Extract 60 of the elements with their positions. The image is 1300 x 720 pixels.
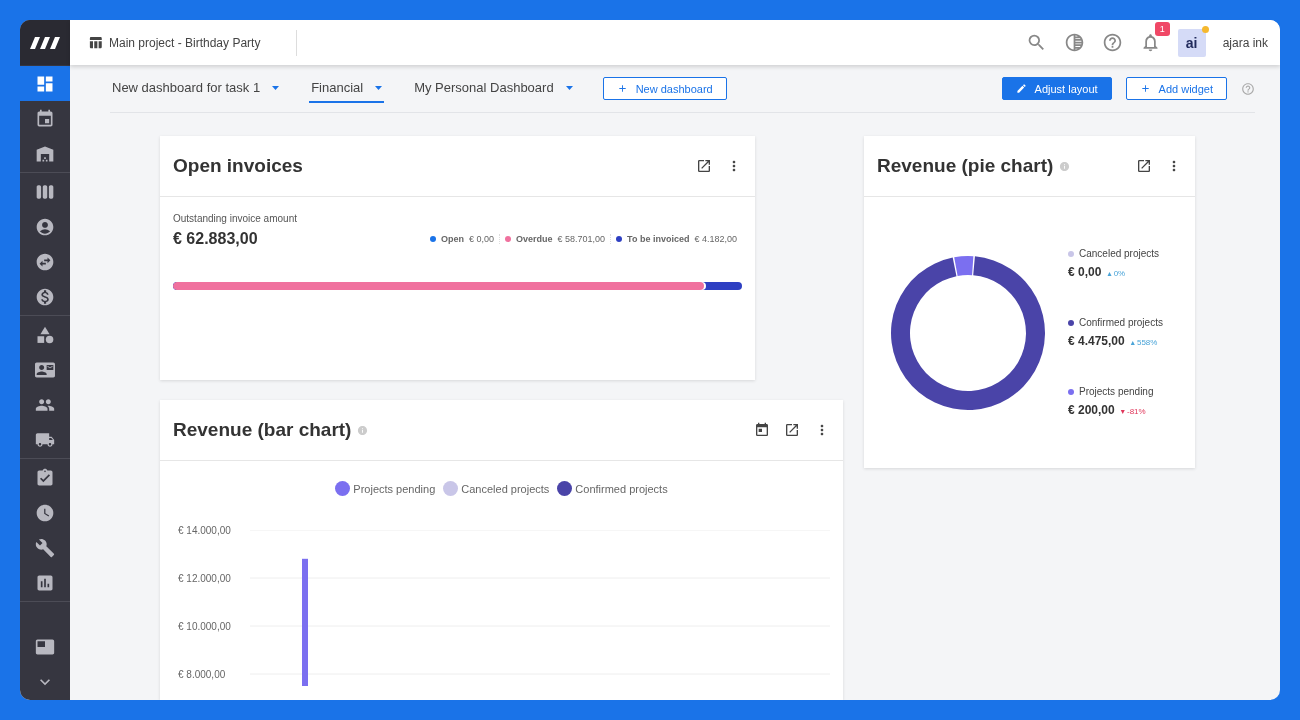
axis-label: € 10.000,00 (178, 620, 231, 632)
user-avatar[interactable]: ai (1177, 28, 1206, 57)
calendar-icon[interactable] (35, 108, 55, 129)
logo-icon (30, 36, 60, 49)
info-icon (1059, 160, 1071, 172)
axis-label: € 12.000,00 (178, 572, 231, 584)
caption: Outstanding invoice amount (173, 213, 298, 224)
project-name: Main project - Birthday Party (109, 35, 261, 50)
dashboard-tab[interactable]: My Personal Dashboard (412, 74, 575, 103)
caret-icon (565, 85, 573, 90)
legend-label: Projects pending (1079, 386, 1154, 397)
calendar-icon[interactable] (754, 422, 770, 438)
change-percent: ▴ 0% (1107, 269, 1126, 278)
legend-label[interactable]: Projects pending (353, 482, 436, 495)
help-icon[interactable] (1101, 32, 1123, 53)
caret-icon (272, 85, 280, 90)
status-dot (1201, 25, 1209, 33)
wrench-icon[interactable] (35, 537, 55, 558)
nav-item[interactable] (20, 66, 70, 101)
legend-label[interactable]: Canceled projects (461, 482, 550, 495)
dashboard-tab[interactable]: Financial (309, 74, 385, 103)
new-dashboard-button[interactable]: New dashboard (602, 77, 727, 100)
user-name: ajara ink (1222, 35, 1268, 50)
shapes-icon[interactable] (35, 324, 55, 345)
card-title: Open invoices (173, 155, 303, 177)
open-external-icon[interactable] (1136, 158, 1152, 174)
pencil-icon (1015, 83, 1027, 94)
legend-label[interactable]: Confirmed projects (575, 482, 668, 495)
open-external-icon[interactable] (784, 422, 800, 438)
legend-label: Open € 0,00 (440, 234, 494, 244)
amount: € 4.475,00 (1068, 334, 1125, 348)
legend-label: Confirmed projects (1079, 317, 1163, 328)
table-icon (88, 35, 103, 50)
clipboard-check-icon[interactable] (35, 467, 55, 488)
card-title: Revenue (pie chart) (877, 155, 1054, 177)
person-icon[interactable] (35, 216, 55, 237)
notification-badge: 1 (1154, 22, 1170, 36)
axis-label: € 14.000,00 (178, 524, 231, 536)
dashboard-tab[interactable]: New dashboard for task 1 (110, 74, 282, 103)
swap-icon[interactable] (35, 251, 55, 272)
caret-icon (375, 85, 383, 90)
adjust-layout-button[interactable]: Adjust layout (1001, 77, 1112, 100)
plus-icon (616, 83, 628, 94)
open-external-icon[interactable] (696, 158, 712, 174)
clock-icon[interactable] (35, 502, 55, 523)
legend-label: Canceled projects (1079, 248, 1160, 259)
dollar-icon[interactable] (35, 286, 55, 307)
total-amount: € 62.883,00 (173, 230, 258, 248)
card-title: Revenue (bar chart) (173, 419, 352, 441)
change-percent: ▴ 558% (1130, 338, 1158, 347)
legend-label: To be invoiced € 4.182,00 (627, 234, 737, 244)
amount: € 0,00 (1068, 265, 1102, 279)
info-icon (357, 424, 369, 436)
axis-label: € 8.000,00 (178, 668, 226, 680)
plus-icon (1139, 83, 1151, 94)
change-percent: ▾ -81% (1120, 407, 1146, 416)
add-widget-button[interactable]: Add widget (1125, 77, 1227, 100)
amount: € 200,00 (1068, 403, 1115, 417)
legend-label: Overdue € 58.701,00 (516, 234, 606, 244)
contrast-icon[interactable] (1063, 32, 1085, 53)
